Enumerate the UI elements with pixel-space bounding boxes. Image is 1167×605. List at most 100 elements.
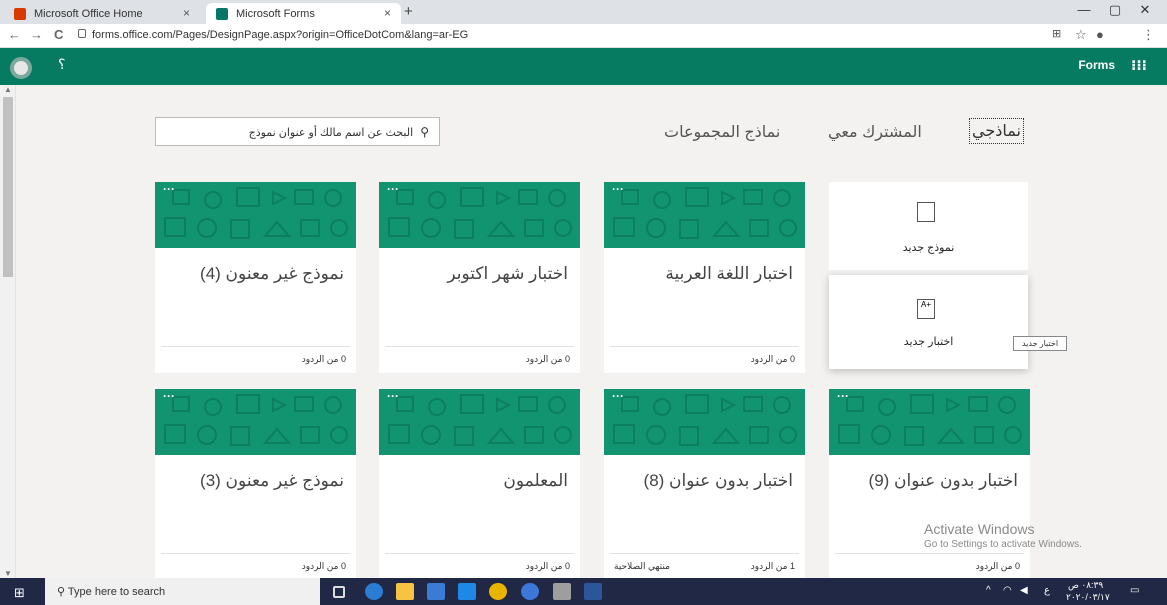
profile-icon[interactable]: ● — [1096, 27, 1104, 42]
bookmark-star-icon[interactable]: ☆ — [1075, 27, 1087, 43]
forms-icon — [216, 7, 228, 20]
more-options-icon[interactable]: ··· — [387, 389, 399, 403]
card-banner: ··· — [379, 182, 580, 248]
store-icon[interactable] — [427, 583, 445, 600]
response-count: 0 من الردود — [525, 561, 570, 571]
browser-menu-icon[interactable]: ⋮ — [1142, 27, 1155, 43]
card-title: اختبار بدون عنوان (9) — [868, 471, 1018, 490]
address-bar: ← → C forms.office.com/Pages/DesignPage.… — [0, 24, 1167, 48]
reload-button[interactable]: C — [54, 27, 63, 42]
search-icon: ⚲ — [420, 125, 429, 139]
taskbar-search-placeholder: Type here to search — [67, 586, 166, 598]
database-icon[interactable] — [553, 583, 571, 600]
forms-brand[interactable]: Forms — [1078, 58, 1115, 72]
more-options-icon[interactable]: ··· — [387, 182, 399, 196]
windows-taskbar: ⊞ ⚲ Type here to search ^ ◠ ◀ ع ٠٨:٣٩ ص … — [0, 578, 1167, 605]
tab-office-home[interactable]: Microsoft Office Home × — [4, 3, 200, 24]
tab-group-forms[interactable]: نماذج المجموعات — [664, 122, 780, 142]
card-banner: ··· — [155, 182, 356, 248]
more-options-icon[interactable]: ··· — [163, 182, 175, 196]
tab-shared-with-me[interactable]: المشترك معي — [828, 122, 922, 142]
watermark-subtitle: Go to Settings to activate Windows. — [924, 539, 1082, 550]
avatar[interactable] — [10, 57, 32, 79]
activate-windows-watermark: Activate Windows Go to Settings to activ… — [924, 521, 1082, 550]
scroll-up-icon[interactable]: ▲ — [4, 85, 12, 94]
card-title: اختبار بدون عنوان (8) — [643, 471, 793, 490]
mail-icon[interactable] — [458, 583, 476, 600]
office-icon — [14, 7, 26, 20]
minimize-button[interactable]: — — [1069, 2, 1099, 17]
more-options-icon[interactable]: ··· — [612, 182, 624, 196]
response-count: 0 من الردود — [975, 561, 1020, 571]
translate-icon[interactable]: ⊞ — [1052, 27, 1061, 40]
more-options-icon[interactable]: ··· — [163, 389, 175, 403]
url-field[interactable]: forms.office.com/Pages/DesignPage.aspx?o… — [92, 29, 468, 41]
browser-tabstrip: Microsoft Office Home × Microsoft Forms … — [0, 0, 1167, 24]
clock-time[interactable]: ٠٨:٣٩ ص — [1068, 580, 1103, 591]
volume-icon[interactable]: ◀ — [1020, 585, 1028, 596]
form-card[interactable]: ··· نموذج غير معنون (4) 0 من الردود — [155, 182, 356, 373]
clock-date[interactable]: ٢٠٢٠/٠٣/١٧ — [1066, 592, 1110, 603]
card-footer: 0 من الردود — [161, 553, 350, 580]
card-banner: ··· — [604, 182, 805, 248]
edge-icon[interactable] — [365, 583, 383, 600]
response-count: 0 من الردود — [750, 354, 795, 364]
app-launcher-icon[interactable]: ⁝⁝⁝ — [1131, 57, 1147, 74]
chrome-icon[interactable] — [489, 583, 507, 600]
new-tab-button[interactable]: + — [404, 3, 413, 20]
notifications-icon[interactable]: ▭ — [1130, 585, 1139, 596]
language-indicator[interactable]: ع — [1044, 585, 1050, 596]
form-card[interactable]: ··· اختبار بدون عنوان (9) 0 من الردود — [829, 389, 1030, 580]
task-view-icon[interactable] — [333, 586, 345, 598]
response-count: 0 من الردود — [301, 561, 346, 571]
windows-start-icon[interactable]: ⊞ — [14, 585, 25, 601]
new-quiz-button[interactable]: A+ اختبار جديد — [829, 275, 1028, 369]
card-title: المعلمون — [503, 471, 568, 490]
card-banner: ··· — [379, 389, 580, 455]
tab-microsoft-forms[interactable]: Microsoft Forms × — [206, 3, 401, 24]
form-card[interactable]: ··· اختبار بدون عنوان (8) 1 من الردود من… — [604, 389, 805, 580]
card-banner: ··· — [155, 389, 356, 455]
search-input[interactable]: ⚲ البحث عن اسم مالك أو عنوان نموذج — [155, 117, 440, 146]
scroll-down-icon[interactable]: ▼ — [4, 569, 12, 578]
card-footer: 1 من الردود منتهي الصلاحية — [610, 553, 799, 580]
card-footer: 0 من الردود — [161, 346, 350, 373]
more-options-icon[interactable]: ··· — [612, 389, 624, 403]
card-footer: 0 من الردود — [385, 346, 574, 373]
card-footer: 0 من الردود — [835, 553, 1024, 580]
card-title: اختبار اللغة العربية — [665, 264, 793, 283]
chromium-icon[interactable] — [521, 583, 539, 600]
close-tab-icon[interactable]: × — [384, 6, 391, 20]
search-icon: ⚲ — [57, 586, 68, 598]
close-window-button[interactable]: ✕ — [1130, 2, 1160, 18]
form-card[interactable]: ··· المعلمون 0 من الردود — [379, 389, 580, 580]
help-icon[interactable]: ؟ — [58, 56, 65, 73]
card-title: نموذج غير معنون (3) — [200, 471, 344, 490]
form-card[interactable]: ··· اختبار شهر اكتوبر 0 من الردود — [379, 182, 580, 373]
tab-label: Microsoft Forms — [236, 7, 315, 20]
form-card[interactable]: ··· اختبار اللغة العربية 0 من الردود — [604, 182, 805, 373]
taskbar-search-input[interactable]: ⚲ Type here to search — [45, 578, 320, 605]
new-quiz-icon: A+ — [917, 299, 935, 319]
tooltip: اختبار جديد — [1013, 336, 1067, 351]
lock-icon — [78, 29, 86, 38]
response-count: 1 من الردود — [750, 561, 795, 571]
card-footer: 0 من الردود — [610, 346, 799, 373]
tray-chevron-icon[interactable]: ^ — [986, 585, 991, 596]
file-explorer-icon[interactable] — [396, 583, 414, 600]
restore-button[interactable]: ▢ — [1100, 2, 1130, 18]
more-options-icon[interactable]: ··· — [837, 389, 849, 403]
card-title: نموذج غير معنون (4) — [200, 264, 344, 283]
watermark-title: Activate Windows — [924, 521, 1035, 537]
word-icon[interactable] — [584, 583, 602, 600]
network-icon[interactable]: ◠ — [1003, 585, 1012, 596]
new-form-button[interactable]: نموذج جديد — [829, 182, 1028, 270]
search-placeholder: البحث عن اسم مالك أو عنوان نموذج — [248, 127, 414, 139]
forward-button[interactable]: → — [30, 27, 43, 42]
back-button[interactable]: ← — [8, 27, 21, 42]
close-tab-icon[interactable]: × — [183, 6, 190, 20]
scroll-thumb[interactable] — [3, 97, 13, 277]
tab-my-forms[interactable]: نماذجي — [969, 118, 1024, 144]
form-card[interactable]: ··· نموذج غير معنون (3) 0 من الردود — [155, 389, 356, 580]
page-scrollbar[interactable]: ▲ ▼ — [0, 85, 16, 578]
